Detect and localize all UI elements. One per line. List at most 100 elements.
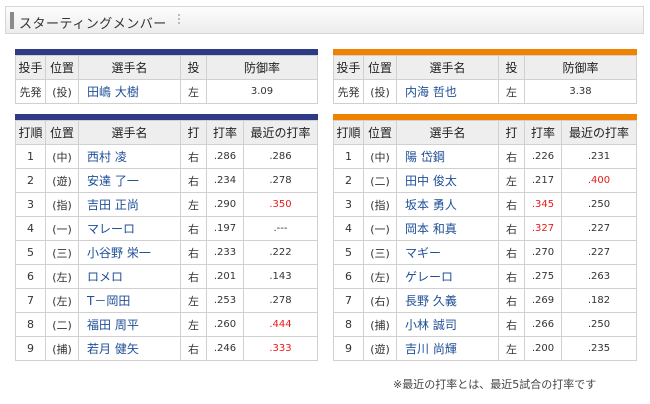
away-lineup-table: 打順 位置 選手名 打 打率 最近の打率 1 (中) 陽 岱鋼右 .226.231 2(… xyxy=(333,120,637,361)
avg-cell: .233 xyxy=(206,240,244,265)
table-row: 8 (捕) 小林 誠司右 .266.250 xyxy=(333,312,637,337)
position-cell: (三) xyxy=(45,240,79,265)
home-pitcher-panel: 投手 位置 選手名 投 防御率 先発 (投) 田嶋 大樹 左 3.09 xyxy=(15,49,318,104)
table-row: 3 (指) 坂本 勇人右 .345.250 xyxy=(333,192,637,217)
player-name-link[interactable]: 陽 岱鋼 xyxy=(396,144,499,169)
away-lineup-body: 1 (中) 陽 岱鋼右 .226.231 2 (二) 田中 俊太左 .217.400 3 (指) 坂… xyxy=(333,144,637,361)
recent-avg-cell: .400 xyxy=(561,168,637,193)
table-row: 1 (中) 西村 凌右 .286.286 xyxy=(15,144,318,169)
table-row: 2 (遊) 安達 了一右 .234.278 xyxy=(15,168,318,193)
batting-order-cell: 1 xyxy=(15,144,46,169)
table-row: 1 (中) 陽 岱鋼右 .226.231 xyxy=(333,144,637,169)
recent-avg-cell: .278 xyxy=(243,288,318,313)
avg-cell: .266 xyxy=(524,312,562,337)
recent-avg-cell: .286 xyxy=(243,144,318,169)
batting-order-cell: 5 xyxy=(15,240,46,265)
player-name-link[interactable]: ロメロ xyxy=(78,264,181,289)
batting-order-cell: 5 xyxy=(333,240,364,265)
avg-cell: .234 xyxy=(206,168,244,193)
bats-cell: 右 xyxy=(498,192,525,217)
col-header: 位置 xyxy=(363,55,397,80)
position-cell: (遊) xyxy=(45,168,79,193)
position-cell: (一) xyxy=(363,216,397,241)
recent-avg-cell: .444 xyxy=(243,312,318,337)
grip-icon xyxy=(178,14,182,28)
recent-avg-cell: .143 xyxy=(243,264,318,289)
avg-cell: .270 xyxy=(524,240,562,265)
player-name-link[interactable]: ゲレーロ xyxy=(396,264,499,289)
position-cell: (左) xyxy=(363,264,397,289)
batting-order-cell: 6 xyxy=(15,264,46,289)
batting-order-cell: 7 xyxy=(333,288,364,313)
player-name-link[interactable]: 吉川 尚輝 xyxy=(396,336,499,361)
col-header: 最近の打率 xyxy=(561,120,637,145)
bats-cell: 右 xyxy=(180,336,207,361)
avg-cell: .327 xyxy=(524,216,562,241)
away-pitcher-panel: 投手 位置 選手名 投 防御率 先発 (投) 内海 哲也 左 3.38 xyxy=(333,49,637,104)
player-name-link[interactable]: 長野 久義 xyxy=(396,288,499,313)
player-name-link[interactable]: 若月 健矢 xyxy=(78,336,181,361)
batting-order-cell: 6 xyxy=(333,264,364,289)
bats-cell: 右 xyxy=(498,264,525,289)
player-name-link[interactable]: マレーロ xyxy=(78,216,181,241)
throws-cell: 左 xyxy=(180,79,207,104)
player-name-link[interactable]: 福田 周平 xyxy=(78,312,181,337)
col-header: 打順 xyxy=(15,120,46,145)
player-name-link[interactable]: 小谷野 栄一 xyxy=(78,240,181,265)
player-name-link[interactable]: 小林 誠司 xyxy=(396,312,499,337)
col-header: 打 xyxy=(180,120,207,145)
position-cell: (左) xyxy=(45,288,79,313)
player-name-link[interactable]: 西村 凌 xyxy=(78,144,181,169)
col-header: 選手名 xyxy=(396,55,499,80)
bats-cell: 右 xyxy=(498,288,525,313)
position-cell: (捕) xyxy=(45,336,79,361)
table-header-row: 投手 位置 選手名 投 防御率 xyxy=(333,55,637,80)
player-name-link[interactable]: 岡本 和真 xyxy=(396,216,499,241)
col-header: 打率 xyxy=(206,120,244,145)
player-name-link[interactable]: 田中 俊太 xyxy=(396,168,499,193)
recent-avg-cell: .333 xyxy=(243,336,318,361)
player-name-link[interactable]: 吉田 正尚 xyxy=(78,192,181,217)
recent-avg-cell: .182 xyxy=(561,288,637,313)
batting-order-cell: 2 xyxy=(15,168,46,193)
position-cell: (二) xyxy=(45,312,79,337)
player-name-link[interactable]: 坂本 勇人 xyxy=(396,192,499,217)
col-header: 投 xyxy=(180,55,207,80)
avg-cell: .345 xyxy=(524,192,562,217)
table-row: 5 (三) 小谷野 栄一右 .233.222 xyxy=(15,240,318,265)
position-cell: (左) xyxy=(45,264,79,289)
player-name-link[interactable]: 安達 了一 xyxy=(78,168,181,193)
player-name-link[interactable]: 内海 哲也 xyxy=(396,79,499,104)
home-pitcher-table: 投手 位置 選手名 投 防御率 先発 (投) 田嶋 大樹 左 3.09 xyxy=(15,55,318,104)
avg-cell: .286 xyxy=(206,144,244,169)
bats-cell: 右 xyxy=(180,264,207,289)
position-cell: (捕) xyxy=(363,312,397,337)
avg-cell: .260 xyxy=(206,312,244,337)
col-header: 打順 xyxy=(333,120,364,145)
table-header-row: 打順 位置 選手名 打 打率 最近の打率 xyxy=(15,120,318,145)
batting-order-cell: 8 xyxy=(333,312,364,337)
col-header: 投手 xyxy=(15,55,46,80)
throws-cell: 左 xyxy=(498,79,525,104)
position-cell: (指) xyxy=(45,192,79,217)
table-row: 8 (二) 福田 周平左 .260.444 xyxy=(15,312,318,337)
table-row: 6 (左) ゲレーロ右 .275.263 xyxy=(333,264,637,289)
recent-avg-cell: .231 xyxy=(561,144,637,169)
section-title: スターティングメンバー xyxy=(19,17,167,32)
table-header-row: 打順 位置 選手名 打 打率 最近の打率 xyxy=(333,120,637,145)
player-name-link[interactable]: マギー xyxy=(396,240,499,265)
table-row: 7 (右) 長野 久義右 .269.182 xyxy=(333,288,637,313)
avg-cell: .253 xyxy=(206,288,244,313)
batting-order-cell: 3 xyxy=(333,192,364,217)
table-row: 4 (一) マレーロ右 .197 .--- xyxy=(15,216,318,241)
batting-order-cell: 7 xyxy=(15,288,46,313)
position-cell: (三) xyxy=(363,240,397,265)
bats-cell: 右 xyxy=(180,240,207,265)
player-name-link[interactable]: 田嶋 大樹 xyxy=(78,79,181,104)
col-header: 選手名 xyxy=(396,120,499,145)
player-name-link[interactable]: T－岡田 xyxy=(78,288,181,313)
section-header: スターティングメンバー xyxy=(5,6,644,34)
recent-avg-cell: .250 xyxy=(561,312,637,337)
col-header: 投手 xyxy=(333,55,364,80)
home-lineup-body: 1 (中) 西村 凌右 .286.286 2 (遊) 安達 了一右 .234.278 3 (指) 吉… xyxy=(15,144,318,361)
